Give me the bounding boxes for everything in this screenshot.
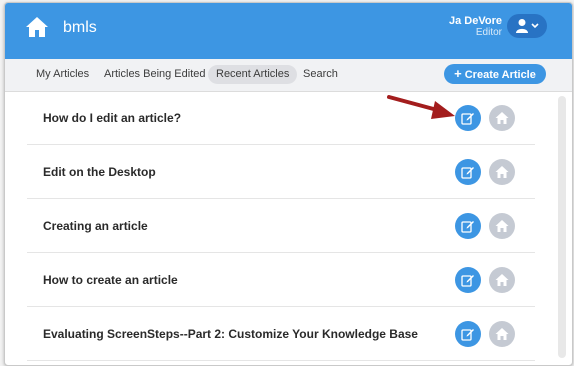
user-info: Ja DeVore Editor — [449, 15, 502, 39]
edit-article-button[interactable] — [455, 267, 481, 293]
tab-my-articles[interactable]: My Articles — [36, 65, 89, 84]
tab-recent-articles[interactable]: Recent Articles — [208, 65, 298, 84]
home-icon — [495, 328, 509, 340]
view-article-button[interactable] — [489, 105, 515, 131]
edit-article-button[interactable] — [455, 321, 481, 347]
create-article-button[interactable]: + Create Article — [444, 64, 546, 84]
edit-icon — [461, 329, 474, 341]
article-title[interactable]: Edit on the Desktop — [43, 165, 156, 179]
article-title[interactable]: Evaluating ScreenSteps--Part 2: Customiz… — [43, 327, 418, 341]
view-article-button[interactable] — [489, 213, 515, 239]
tab-bar: My Articles Articles Being Edited Recent… — [5, 59, 572, 92]
home-button[interactable] — [25, 15, 49, 39]
edit-icon — [461, 167, 474, 179]
article-row: Creating an article — [27, 200, 535, 253]
article-title[interactable]: How do I edit an article? — [43, 111, 181, 125]
article-title[interactable]: Creating an article — [43, 219, 148, 233]
user-name: Ja DeVore — [449, 15, 502, 27]
view-article-button[interactable] — [489, 159, 515, 185]
create-article-label: Create Article — [464, 69, 536, 81]
user-role: Editor — [475, 27, 502, 38]
article-row: Edit on the Desktop — [27, 146, 535, 199]
view-article-button[interactable] — [489, 321, 515, 347]
top-bar: bmls Ja DeVore Editor — [5, 3, 572, 59]
tab-articles-being-edited[interactable]: Articles Being Edited — [104, 65, 206, 84]
scrollbar[interactable] — [558, 96, 566, 358]
edit-article-button[interactable] — [455, 213, 481, 239]
chevron-down-icon — [531, 23, 539, 29]
home-icon — [495, 112, 509, 124]
edit-icon — [461, 113, 474, 125]
view-article-button[interactable] — [489, 267, 515, 293]
user-menu-button[interactable] — [507, 14, 547, 38]
article-row: How to create an article — [27, 254, 535, 307]
home-icon — [26, 17, 48, 37]
home-icon — [495, 220, 509, 232]
app-window: bmls Ja DeVore Editor My Articles Articl… — [4, 2, 573, 366]
app-title: bmls — [63, 19, 97, 36]
user-icon — [516, 19, 539, 33]
article-row: Evaluating ScreenSteps--Part 2: Customiz… — [27, 308, 535, 361]
home-icon — [495, 274, 509, 286]
arrow-icon — [387, 95, 455, 119]
home-icon — [495, 166, 509, 178]
edit-icon — [461, 221, 474, 233]
edit-article-button[interactable] — [455, 159, 481, 185]
edit-icon — [461, 275, 474, 287]
tab-search[interactable]: Search — [303, 65, 338, 84]
plus-icon: + — [454, 66, 462, 81]
article-title[interactable]: How to create an article — [43, 273, 178, 287]
